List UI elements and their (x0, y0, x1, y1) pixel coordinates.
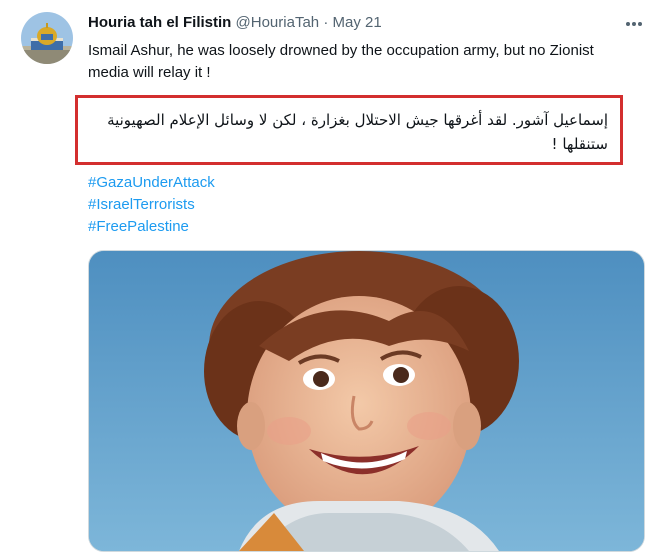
more-options-button[interactable] (616, 6, 652, 42)
separator: · (323, 14, 329, 31)
hashtag-list: #GazaUnderAttack #IsraelTerrorists #Free… (88, 172, 215, 238)
hashtag-link[interactable]: #GazaUnderAttack (88, 172, 215, 194)
dome-of-the-rock-image (21, 12, 73, 64)
author-handle[interactable]: @HouriaTah (236, 14, 320, 31)
hashtag-link[interactable]: #FreePalestine (88, 216, 215, 238)
tweet-media-photo[interactable] (88, 250, 645, 552)
tweet-header: Houria tah el Filistin @HouriaTah · May … (88, 14, 382, 31)
author-name[interactable]: Houria tah el Filistin (88, 14, 231, 31)
child-portrait-image (89, 251, 644, 551)
more-options-icon (626, 22, 642, 26)
tweet-date[interactable]: May 21 (332, 14, 381, 31)
highlight-box: إسماعيل آشور. لقد أغرقها جيش الاحتلال بغ… (75, 95, 623, 165)
avatar[interactable] (21, 12, 73, 64)
hashtag-link[interactable]: #IsraelTerrorists (88, 194, 215, 216)
tweet-text-arabic: إسماعيل آشور. لقد أغرقها جيش الاحتلال بغ… (107, 111, 608, 153)
tweet-text-english: Ismail Ashur, he was loosely drowned by … (88, 42, 594, 81)
